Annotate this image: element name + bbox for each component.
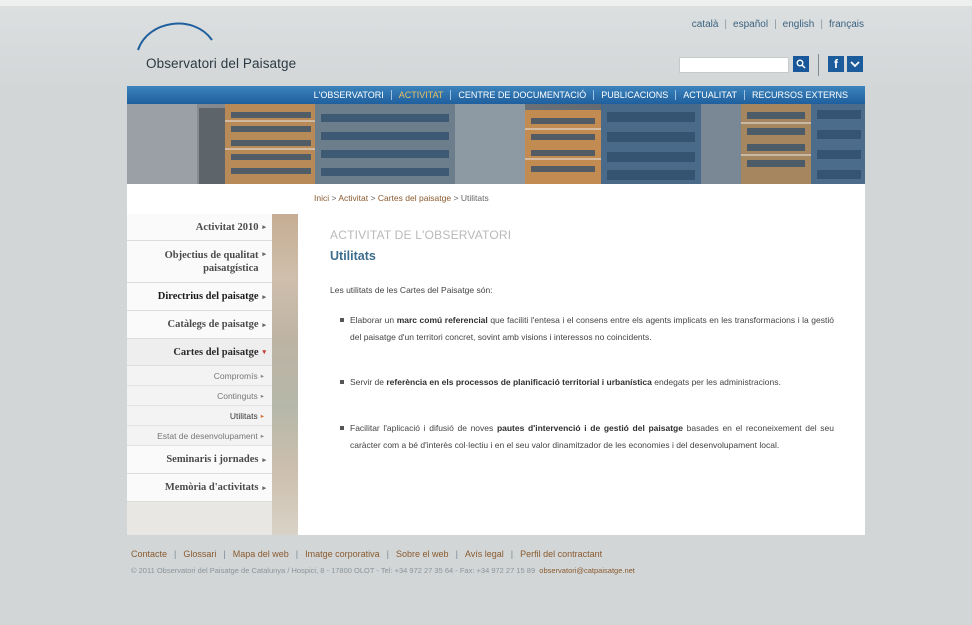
- dropdown-icon: [850, 61, 860, 68]
- intro-text: Les utilitats de les Cartes del Paisatge…: [330, 285, 493, 295]
- breadcrumb-activitat[interactable]: Activitat: [338, 193, 368, 203]
- main-nav: L'OBSERVATORI ACTIVITAT CENTRE DE DOCUME…: [127, 86, 865, 104]
- breadcrumb-cartes[interactable]: Cartes del paisatge: [378, 193, 451, 203]
- search-icon: [796, 59, 806, 69]
- social-button[interactable]: [847, 56, 863, 72]
- header-divider: [818, 54, 819, 76]
- list-item: Facilitar l'aplicació i difusió de noves…: [340, 420, 834, 453]
- sidebar-item-memoria[interactable]: Memòria d'activitats ▸: [127, 474, 272, 502]
- chevron-right-icon: ▸: [260, 432, 264, 440]
- footer-link-glossari[interactable]: Glossari: [183, 549, 216, 559]
- sidebar-subitem-estat[interactable]: Estat de desenvolupament ▸: [127, 426, 272, 446]
- sidebar-item-catalegs[interactable]: Catàlegs de paisatge ▸: [127, 311, 272, 339]
- nav-item-observatori[interactable]: L'OBSERVATORI: [307, 90, 391, 100]
- footer-link-imatge[interactable]: Imatge corporativa: [305, 549, 380, 559]
- logo-arc-icon: [137, 22, 213, 51]
- chevron-right-icon: ▸: [262, 292, 266, 301]
- section-title: ACTIVITAT DE L'OBSERVATORI: [330, 228, 512, 242]
- lang-catala[interactable]: català: [692, 19, 719, 30]
- lang-francais[interactable]: français: [829, 19, 864, 30]
- footer-link-contacte[interactable]: Contacte: [131, 549, 167, 559]
- sidebar-item-cartes[interactable]: Cartes del paisatge ▾: [127, 339, 272, 366]
- nav-item-actualitat[interactable]: ACTUALITAT: [676, 90, 744, 100]
- chevron-right-icon: ▸: [260, 372, 264, 380]
- nav-item-recursos-externs[interactable]: RECURSOS EXTERNS: [745, 90, 855, 100]
- sidebar-item-objectius[interactable]: Objectius de qualitat paisatgística ▸: [127, 241, 272, 283]
- sidebar-item-activitat-2010[interactable]: Activitat 2010 ▸: [127, 214, 272, 241]
- list-item: Servir de referència en els processos de…: [340, 374, 834, 391]
- sidebar-subitem-utilitats[interactable]: Utilitats ▸: [127, 406, 272, 426]
- chevron-right-icon: ▸: [262, 320, 266, 329]
- nav-item-activitat[interactable]: ACTIVITAT: [392, 90, 451, 100]
- chevron-right-icon: ▸: [262, 455, 266, 464]
- search-button[interactable]: [793, 56, 809, 72]
- breadcrumb: Inici > Activitat > Cartes del paisatge …: [314, 193, 489, 203]
- nav-item-centre-documentacio[interactable]: CENTRE DE DOCUMENTACIÓ: [451, 90, 593, 100]
- list-item: Elaborar un marc comú referencial que fa…: [340, 312, 834, 345]
- sidebar-subitem-compromis[interactable]: Compromís ▸: [127, 366, 272, 386]
- chevron-right-icon: ▸: [262, 483, 266, 492]
- copyright: © 2011 Observatori del Paisatge de Catal…: [131, 566, 635, 575]
- facebook-button[interactable]: f: [828, 56, 844, 72]
- footer-email-link[interactable]: observatori@catpaisatge.net: [539, 566, 635, 575]
- footer-link-sobre[interactable]: Sobre el web: [396, 549, 449, 559]
- sidebar-decorative-image: [272, 214, 298, 535]
- language-switcher: català | español | english | français: [691, 19, 864, 30]
- sidebar-subitem-continguts[interactable]: Continguts ▸: [127, 386, 272, 406]
- sidebar-item-seminaris[interactable]: Seminaris i jornades ▸: [127, 446, 272, 474]
- search-input[interactable]: [679, 57, 789, 73]
- lang-espanol[interactable]: español: [733, 19, 768, 30]
- chevron-right-icon: ▸: [260, 412, 264, 420]
- chevron-down-icon: ▾: [262, 348, 266, 356]
- footer-link-avis-legal[interactable]: Avís legal: [465, 549, 504, 559]
- chevron-right-icon: ▸: [262, 223, 266, 231]
- sidebar: Activitat 2010 ▸ Objectius de qualitat pa…: [127, 214, 298, 535]
- breadcrumb-inici[interactable]: Inici: [314, 193, 329, 203]
- page-title: Utilitats: [330, 249, 376, 263]
- footer-link-mapa[interactable]: Mapa del web: [233, 549, 289, 559]
- lang-english[interactable]: english: [783, 19, 815, 30]
- breadcrumb-current: Utilitats: [460, 193, 489, 203]
- header-banner-image: [127, 104, 865, 184]
- nav-item-publicacions[interactable]: PUBLICACIONS: [594, 90, 675, 100]
- facebook-icon: f: [834, 57, 838, 71]
- breadcrumb-bar: Inici > Activitat > Cartes del paisatge …: [298, 184, 865, 214]
- footer-link-perfil[interactable]: Perfil del contractant: [520, 549, 602, 559]
- footer-links: Contacte | Glossari | Mapa del web | Imatge co…: [131, 549, 603, 559]
- chevron-right-icon: ▸: [262, 250, 266, 258]
- main-content: ACTIVITAT DE L'OBSERVATORI Utilitats Les…: [330, 228, 835, 450]
- logo[interactable]: Observatori del Paisatge: [134, 16, 334, 76]
- logo-text: Observatori del Paisatge: [146, 56, 297, 71]
- chevron-right-icon: ▸: [260, 392, 264, 400]
- sidebar-item-directrius[interactable]: Directrius del paisatge ▸: [127, 283, 272, 311]
